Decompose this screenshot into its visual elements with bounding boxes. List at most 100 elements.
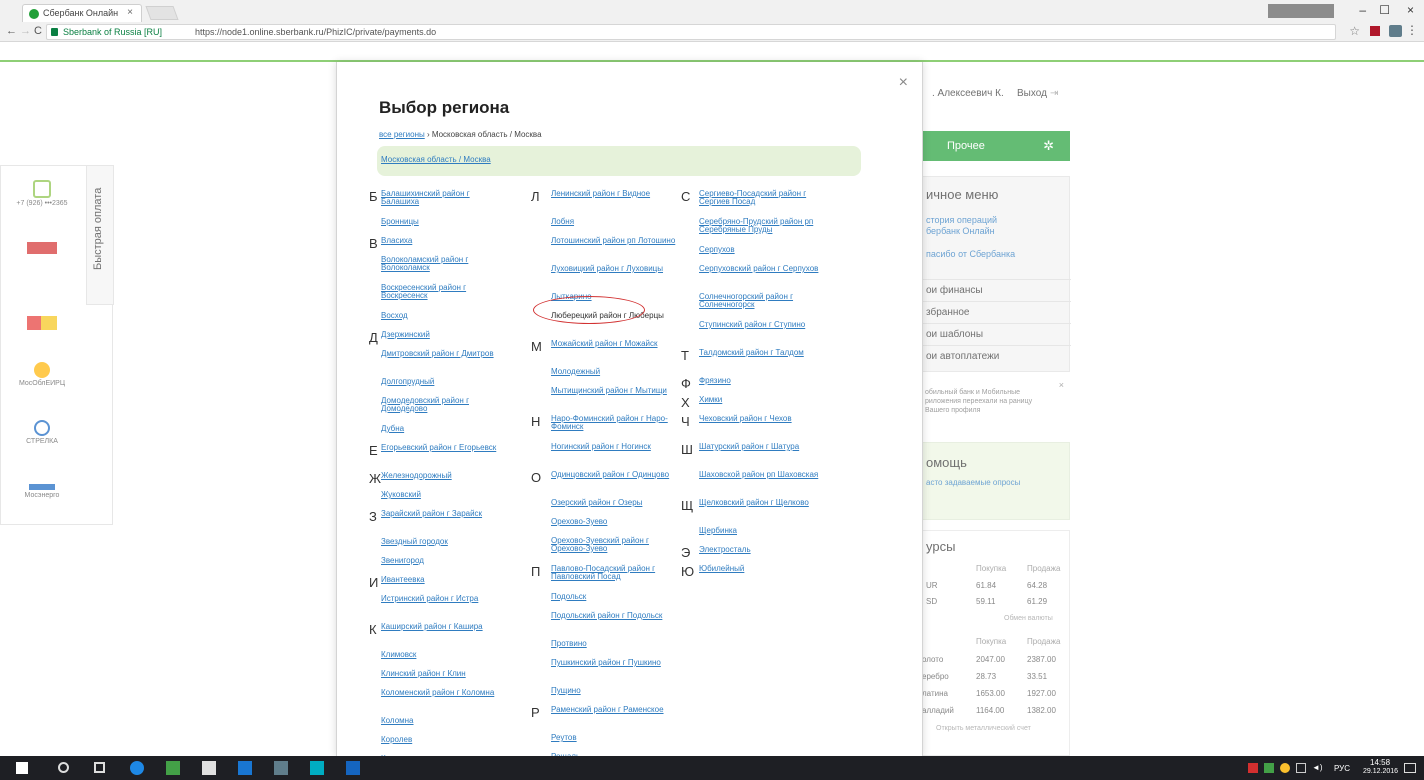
- region-link[interactable]: Орехово-Зуево: [551, 518, 679, 526]
- region-link[interactable]: Шаховской район рп Шаховская: [699, 471, 827, 479]
- region-link[interactable]: Ступинский район г Ступино: [699, 321, 827, 329]
- app-icon[interactable]: [238, 761, 252, 775]
- search-icon[interactable]: [58, 762, 69, 773]
- bookmark-star-icon[interactable]: ☆: [1349, 24, 1360, 38]
- region-link[interactable]: Одинцовский район г Одинцово: [551, 471, 679, 479]
- profile-button[interactable]: [1268, 4, 1334, 18]
- extension-icon[interactable]: [1389, 25, 1402, 37]
- region-link[interactable]: Ивантеевка: [381, 576, 509, 584]
- forward-icon[interactable]: →: [20, 25, 31, 37]
- skype-icon[interactable]: [310, 761, 324, 775]
- region-link[interactable]: Щербинка: [699, 527, 827, 535]
- region-link[interactable]: Подольский район г Подольск: [551, 612, 679, 620]
- region-link[interactable]: Можайский район г Можайск: [551, 340, 679, 348]
- region-link[interactable]: Павлово-Посадский район г Павловский Пос…: [551, 565, 679, 581]
- language-indicator[interactable]: РУС: [1334, 764, 1350, 773]
- region-link[interactable]: Королев: [381, 736, 509, 744]
- region-link[interactable]: Клинский район г Клин: [381, 670, 509, 678]
- region-link[interactable]: Реутов: [551, 734, 679, 742]
- region-link[interactable]: Звездный городок: [381, 538, 509, 546]
- region-link[interactable]: Власиха: [381, 237, 509, 245]
- region-link[interactable]: Восход: [381, 312, 509, 320]
- tray-icon[interactable]: [1248, 763, 1258, 773]
- region-link[interactable]: Волоколамский район г Волоколамск: [381, 256, 509, 272]
- region-link[interactable]: Пущино: [551, 687, 679, 695]
- url-input[interactable]: Sberbank of Russia [RU] https://node1.on…: [46, 24, 1336, 40]
- clock-date[interactable]: 29.12.2016: [1363, 768, 1398, 775]
- browser-menu-icon[interactable]: ⋮: [1406, 23, 1418, 37]
- region-link[interactable]: Серпухов: [699, 246, 827, 254]
- region-link[interactable]: Талдомский район г Талдом: [699, 349, 827, 357]
- close-icon[interactable]: ×: [899, 74, 908, 92]
- region-link[interactable]: Жуковский: [381, 491, 509, 499]
- edge-icon[interactable]: [130, 761, 144, 775]
- region-link[interactable]: Орехово-Зуевский район г Орехово-Зуево: [551, 537, 679, 553]
- region-link[interactable]: Лотошинский район рп Лотошино: [551, 237, 679, 245]
- back-icon[interactable]: ←: [6, 25, 17, 37]
- region-link[interactable]: Ленинский район г Видное: [551, 190, 679, 198]
- network-icon[interactable]: [1296, 763, 1306, 773]
- region-link[interactable]: Дмитровский район г Дмитров: [381, 350, 509, 358]
- region-link[interactable]: Пушкинский район г Пушкино: [551, 659, 679, 667]
- region-link[interactable]: Железнодорожный: [381, 472, 509, 480]
- tray-icon[interactable]: [1264, 763, 1274, 773]
- region-link[interactable]: Егорьевский район г Егорьевск: [381, 444, 509, 452]
- minimize-icon[interactable]: –: [1359, 3, 1366, 17]
- region-link[interactable]: Юбилейный: [699, 565, 827, 573]
- region-link[interactable]: Коломна: [381, 717, 509, 725]
- region-link[interactable]: Чеховский район г Чехов: [699, 415, 827, 423]
- all-regions-link[interactable]: все регионы: [379, 130, 425, 139]
- region-link[interactable]: Мытищинский район г Мытищи: [551, 387, 679, 395]
- region-link[interactable]: Сергиево-Посадский район г Сергиев Посад: [699, 190, 827, 206]
- region-link[interactable]: Бронницы: [381, 218, 509, 226]
- region-link[interactable]: Серебряно-Прудский район рп Серебряные П…: [699, 218, 827, 234]
- close-window-icon[interactable]: ×: [1407, 3, 1414, 17]
- region-link[interactable]: Раменский район г Раменское: [551, 706, 679, 714]
- region-link[interactable]: Шатурский район г Шатура: [699, 443, 827, 451]
- tab-close-icon[interactable]: ×: [127, 7, 133, 18]
- region-link[interactable]: Серпуховский район г Серпухов: [699, 265, 827, 273]
- region-link[interactable]: Звенигород: [381, 557, 509, 565]
- region-link[interactable]: Лобня: [551, 218, 679, 226]
- region-link[interactable]: Каширский район г Кашира: [381, 623, 509, 631]
- windows-start-icon[interactable]: [16, 762, 28, 774]
- extension-icon[interactable]: [1370, 26, 1380, 36]
- maximize-icon[interactable]: ☐: [1379, 3, 1390, 17]
- region-link[interactable]: Ногинский район г Ногинск: [551, 443, 679, 451]
- reload-icon[interactable]: C: [34, 25, 42, 37]
- clock-time[interactable]: 14:58: [1370, 758, 1390, 767]
- region-link[interactable]: Подольск: [551, 593, 679, 601]
- region-link[interactable]: Дубна: [381, 425, 509, 433]
- region-link[interactable]: Воскресенский район г Воскресенск: [381, 284, 509, 300]
- region-link[interactable]: Долгопрудный: [381, 378, 509, 386]
- region-link[interactable]: Электросталь: [699, 546, 827, 554]
- new-tab-button[interactable]: [145, 6, 179, 20]
- tray-icon[interactable]: [1280, 763, 1290, 773]
- app-icon[interactable]: [166, 761, 180, 775]
- region-link[interactable]: Балашихинский район г Балашиха: [381, 190, 509, 206]
- region-link[interactable]: Домодедовский район г Домодедово: [381, 397, 509, 413]
- region-link[interactable]: Дзержинский: [381, 331, 509, 339]
- region-link[interactable]: Коломенский район г Коломна: [381, 689, 509, 697]
- store-icon[interactable]: [202, 761, 216, 775]
- region-link[interactable]: Солнечногорский район г Солнечногорск: [699, 293, 827, 309]
- region-link[interactable]: Молодежный: [551, 368, 679, 376]
- task-view-icon[interactable]: [94, 762, 105, 773]
- browser-tab[interactable]: Сбербанк Онлайн ×: [22, 4, 142, 22]
- region-link[interactable]: Химки: [699, 396, 827, 404]
- app-icon[interactable]: [274, 761, 288, 775]
- region-link[interactable]: Озерский район г Озеры: [551, 499, 679, 507]
- region-link[interactable]: Зарайский район г Зарайск: [381, 510, 509, 518]
- notifications-icon[interactable]: [1404, 763, 1416, 773]
- region-link[interactable]: Истринский район г Истра: [381, 595, 509, 603]
- region-letter: К: [369, 622, 377, 637]
- region-link[interactable]: Протвино: [551, 640, 679, 648]
- selected-region-link[interactable]: Московская область / Москва: [381, 155, 491, 164]
- region-link[interactable]: Наро-Фоминский район г Наро-Фоминск: [551, 415, 679, 431]
- region-link[interactable]: Луховицкий район г Луховицы: [551, 265, 679, 273]
- region-link[interactable]: Щелковский район г Щелково: [699, 499, 827, 507]
- region-link[interactable]: Фрязино: [699, 377, 827, 385]
- volume-icon[interactable]: ◄): [1312, 763, 1323, 772]
- region-link[interactable]: Климовск: [381, 651, 509, 659]
- word-icon[interactable]: [346, 761, 360, 775]
